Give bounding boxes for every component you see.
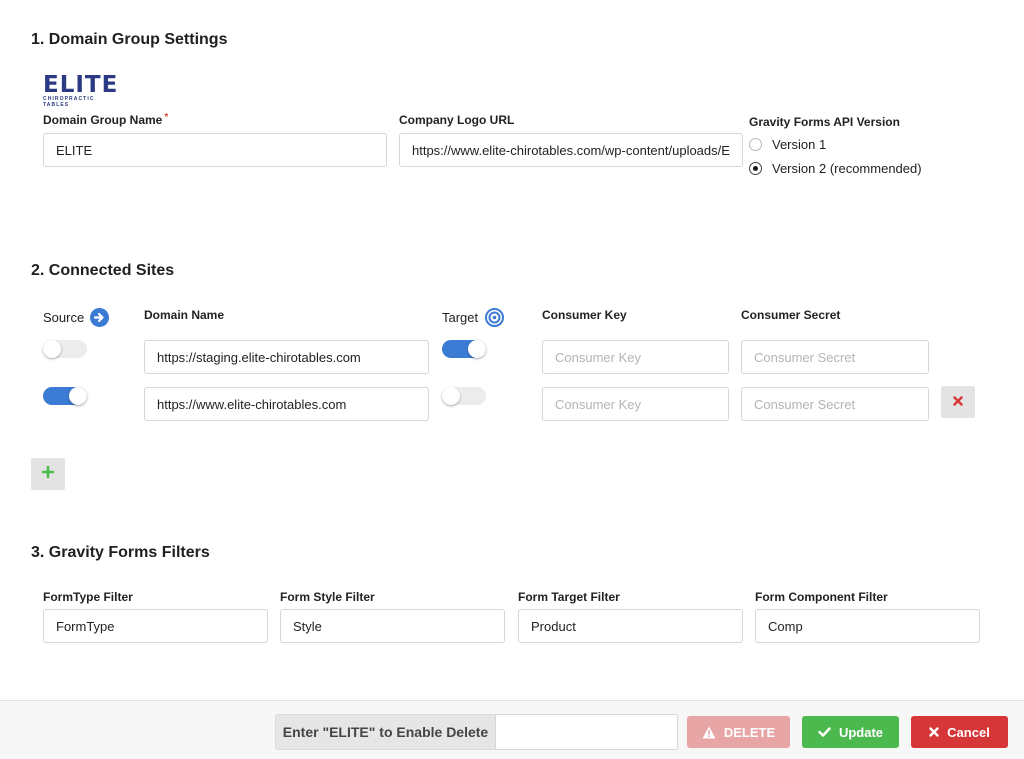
consumer-key-header: Consumer Key [542,308,627,322]
source-toggle-row-1[interactable] [43,340,87,358]
toggle-knob [69,387,87,405]
source-toggle-row-2[interactable] [43,387,87,405]
checkmark-icon [818,727,831,737]
toggle-knob [43,340,61,358]
api-version-2-label[interactable]: Version 2 (recommended) [772,161,922,176]
update-button-label: Update [838,724,884,740]
section-title-connected-sites: 2. Connected Sites [31,262,175,279]
company-logo-url-input[interactable] [399,133,743,167]
consumer-key-input-row-2[interactable] [542,387,729,421]
domain-name-header: Domain Name [144,308,225,322]
arrow-right-circle-icon [90,308,110,327]
form-target-filter-input[interactable] [518,609,743,643]
target-toggle-row-2[interactable] [442,387,486,405]
consumer-secret-input-row-1[interactable] [741,340,929,374]
toggle-knob [442,387,460,405]
form-style-filter-input[interactable] [280,609,505,643]
form-target-filter-label: Form Target Filter [518,590,620,604]
company-logo: ELITE CHIROPRACTIC TABLES [43,72,119,109]
domain-name-input-row-1[interactable] [144,340,429,374]
delete-button-label: DELETE [723,724,776,740]
update-button[interactable]: Update [802,716,899,748]
target-header-text: Target [442,310,479,325]
delete-confirm-input[interactable] [495,714,678,750]
api-version-1-label[interactable]: Version 1 [772,137,826,152]
target-toggle-row-1[interactable] [442,340,486,358]
source-header-text: Source [43,310,85,325]
company-logo-url-label: Company Logo URL [399,113,515,127]
required-mark: * [164,112,169,123]
section-title-gravity-forms-filters: 3. Gravity Forms Filters [31,544,210,561]
source-header: Source [43,308,110,327]
target-header: Target [442,308,505,327]
remove-site-button[interactable] [941,386,975,418]
consumer-key-input-row-1[interactable] [542,340,729,374]
plus-icon [41,465,55,483]
consumer-secret-header: Consumer Secret [741,308,841,322]
api-version-2-radio[interactable] [749,162,762,175]
close-icon [929,727,939,737]
api-version-1-radio[interactable] [749,138,762,151]
formtype-filter-input[interactable] [43,609,268,643]
formtype-filter-label: FormType Filter [43,590,133,604]
api-version-label: Gravity Forms API Version [749,115,900,129]
form-component-filter-input[interactable] [755,609,980,643]
warning-icon [702,726,716,739]
domain-group-name-input[interactable] [43,133,387,167]
toggle-knob [468,340,486,358]
domain-name-input-row-2[interactable] [144,387,429,421]
form-style-filter-label: Form Style Filter [280,590,375,604]
cancel-button[interactable]: Cancel [911,716,1008,748]
domain-group-name-label-text: Domain Group Name [43,113,163,127]
close-icon [953,393,963,411]
cancel-button-label: Cancel [947,724,990,740]
logo-main-text: ELITE [43,72,119,98]
domain-group-name-label: Domain Group Name * [43,112,169,127]
add-site-button[interactable] [31,458,65,490]
target-icon [485,308,505,327]
form-component-filter-label: Form Component Filter [755,590,888,604]
delete-button[interactable]: DELETE [687,716,790,748]
delete-confirm-prompt: Enter "ELITE" to Enable Delete [275,714,495,750]
section-title-domain-group-settings: 1. Domain Group Settings [31,31,228,48]
consumer-secret-input-row-2[interactable] [741,387,929,421]
